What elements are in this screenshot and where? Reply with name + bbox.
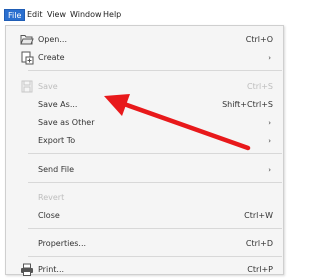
menu-item-properties[interactable]: Properties... Ctrl+D — [6, 234, 283, 254]
menu-item-label: Save As... — [38, 100, 78, 109]
menu-edit[interactable]: Edit — [27, 9, 43, 21]
menu-bar: File Edit View Window Help — [0, 0, 287, 25]
menu-separator — [28, 182, 282, 183]
menu-item-label: Export To — [38, 136, 76, 145]
shortcut-text: Ctrl+S — [246, 82, 273, 91]
menu-item-label: Save — [38, 82, 58, 91]
menu-separator — [28, 256, 282, 257]
menu-item-export-to[interactable]: Export To › — [6, 131, 283, 151]
file-menu-dropdown: Open... Ctrl+O Create › Save Ctrl+S Save… — [5, 25, 284, 276]
menu-separator — [28, 153, 282, 154]
submenu-arrow-icon: › — [268, 137, 271, 145]
menu-item-label: Close — [38, 211, 60, 220]
menu-item-label: Create — [38, 53, 65, 62]
menu-item-save: Save Ctrl+S — [6, 77, 283, 97]
menu-item-label: Properties... — [38, 239, 87, 248]
menu-separator — [28, 228, 282, 229]
printer-icon — [20, 263, 34, 276]
menu-item-revert: Revert — [6, 188, 283, 208]
submenu-arrow-icon: › — [268, 119, 271, 127]
shortcut-text: Ctrl+D — [245, 239, 273, 248]
menu-item-label: Print... — [38, 265, 65, 274]
menu-item-send-file[interactable]: Send File › — [6, 160, 283, 180]
menu-item-label: Revert — [38, 193, 65, 202]
menu-window[interactable]: Window — [70, 9, 102, 21]
shortcut-text: Shift+Ctrl+S — [222, 100, 273, 109]
menu-item-open[interactable]: Open... Ctrl+O — [6, 30, 283, 50]
menu-item-label: Open... — [38, 35, 67, 44]
menu-item-label: Send File — [38, 165, 75, 174]
create-pdf-icon — [20, 51, 34, 65]
menu-item-print[interactable]: Print... Ctrl+P — [6, 260, 283, 280]
menu-separator — [28, 70, 282, 71]
shortcut-text: Ctrl+P — [247, 265, 273, 274]
folder-open-icon — [20, 33, 34, 46]
menu-help[interactable]: Help — [103, 9, 121, 21]
shortcut-text: Ctrl+W — [244, 211, 273, 220]
menu-item-close[interactable]: Close Ctrl+W — [6, 206, 283, 226]
submenu-arrow-icon: › — [268, 54, 271, 62]
menu-view[interactable]: View — [47, 9, 66, 21]
menu-item-label: Save as Other — [38, 118, 95, 127]
menu-item-save-as[interactable]: Save As... Shift+Ctrl+S — [6, 95, 283, 115]
submenu-arrow-icon: › — [268, 166, 271, 174]
menu-item-create[interactable]: Create › — [6, 48, 283, 68]
menu-item-save-as-other[interactable]: Save as Other › — [6, 113, 283, 133]
shortcut-text: Ctrl+O — [245, 35, 273, 44]
save-disk-icon — [20, 80, 34, 93]
menu-file[interactable]: File — [4, 9, 26, 21]
